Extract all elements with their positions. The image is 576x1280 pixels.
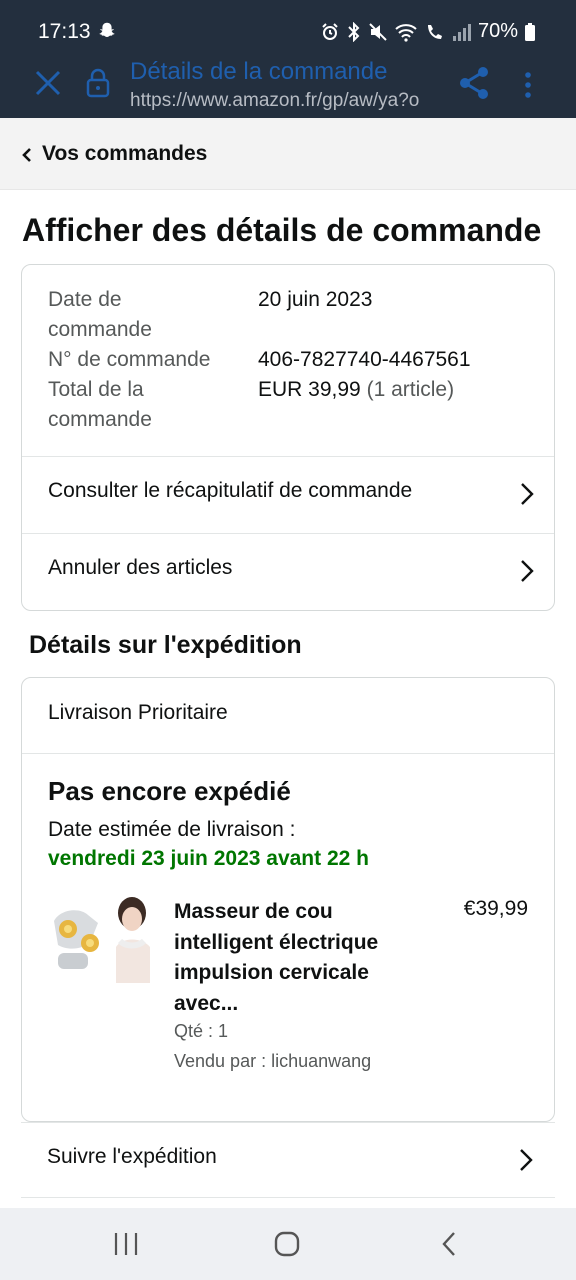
lock-icon[interactable] bbox=[86, 68, 110, 98]
delivery-type: Livraison Prioritaire bbox=[48, 701, 228, 724]
mute-icon bbox=[369, 22, 387, 41]
cancel-items-link[interactable]: Annuler des articles bbox=[22, 534, 554, 610]
delivery-estimate-label: Date estimée de livraison : bbox=[48, 818, 296, 841]
order-item-count: (1 article) bbox=[366, 378, 455, 401]
browser-url[interactable]: https://www.amazon.fr/gp/aw/ya?o bbox=[130, 90, 446, 112]
cancel-items-link-label: Annuler des articles bbox=[48, 556, 233, 579]
shipment-status: Pas encore expédié bbox=[48, 776, 291, 806]
order-summary-link[interactable]: Consulter le récapitulatif de commande bbox=[22, 457, 554, 533]
shipping-heading: Détails sur l'expédition bbox=[29, 631, 302, 659]
order-date-value: 20 juin 2023 bbox=[258, 288, 373, 311]
snapchat-icon bbox=[99, 22, 115, 37]
battery-icon bbox=[525, 22, 535, 41]
order-date-label: Date de commande bbox=[48, 288, 152, 341]
divider bbox=[22, 753, 554, 754]
signal-icon bbox=[452, 23, 471, 41]
status-bar: 17:13 70% bbox=[0, 0, 576, 62]
home-icon[interactable] bbox=[273, 1230, 301, 1258]
page-title: Afficher des détails de commande bbox=[22, 212, 542, 248]
breadcrumb-label[interactable]: Vos commandes bbox=[42, 142, 207, 166]
top-bar: 17:13 70% Détails de la commande https:/… bbox=[0, 0, 576, 118]
order-total-label: Total de la commande bbox=[48, 378, 152, 431]
close-icon[interactable] bbox=[34, 69, 62, 97]
browser-bar: Détails de la commande https://www.amazo… bbox=[0, 54, 576, 118]
chevron-left-icon bbox=[22, 148, 31, 162]
product-seller: Vendu par : lichuanwang bbox=[174, 1051, 372, 1071]
order-summary-card: Date de commande 20 juin 2023 N° de comm… bbox=[21, 264, 555, 611]
chevron-right-icon bbox=[521, 560, 534, 582]
recents-icon[interactable] bbox=[113, 1231, 139, 1257]
order-number-label: N° de commande bbox=[48, 348, 211, 371]
track-shipment-link[interactable]: Suivre l'expédition bbox=[21, 1122, 555, 1198]
delivery-estimate-date: vendredi 23 juin 2023 avant 22 h bbox=[48, 847, 369, 870]
wifi-call-icon bbox=[427, 24, 442, 39]
track-shipment-label: Suivre l'expédition bbox=[47, 1145, 217, 1168]
status-icons: 70% bbox=[320, 20, 536, 43]
product-image[interactable] bbox=[46, 891, 154, 983]
product-quantity: Qté : 1 bbox=[174, 1021, 229, 1041]
shipment-card: Livraison Prioritaire Pas encore expédié… bbox=[21, 677, 555, 1122]
product-name[interactable]: Masseur de cou intelligent électrique im… bbox=[174, 897, 424, 1019]
product-price: €39,99 bbox=[463, 897, 528, 920]
system-nav-bar bbox=[0, 1208, 576, 1280]
bluetooth-icon bbox=[348, 21, 360, 42]
wifi-icon bbox=[395, 23, 417, 42]
browser-page-title: Détails de la commande bbox=[130, 58, 388, 85]
more-icon[interactable] bbox=[518, 70, 538, 100]
order-total-amount: EUR 39,99 bbox=[258, 378, 361, 401]
chevron-right-icon bbox=[520, 1149, 533, 1171]
order-summary-link-label: Consulter le récapitulatif de commande bbox=[48, 479, 413, 502]
status-time: 17:13 bbox=[38, 20, 91, 43]
alarm-icon bbox=[322, 22, 338, 40]
order-number-value: 406-7827740-4467561 bbox=[258, 348, 471, 371]
breadcrumb[interactable]: Vos commandes bbox=[0, 118, 576, 190]
share-icon[interactable] bbox=[458, 66, 490, 100]
battery-percent: 70% bbox=[477, 20, 518, 42]
order-total-value: EUR 39,99 (1 article) bbox=[258, 375, 454, 405]
chevron-right-icon bbox=[521, 483, 534, 505]
back-icon[interactable] bbox=[440, 1230, 458, 1258]
